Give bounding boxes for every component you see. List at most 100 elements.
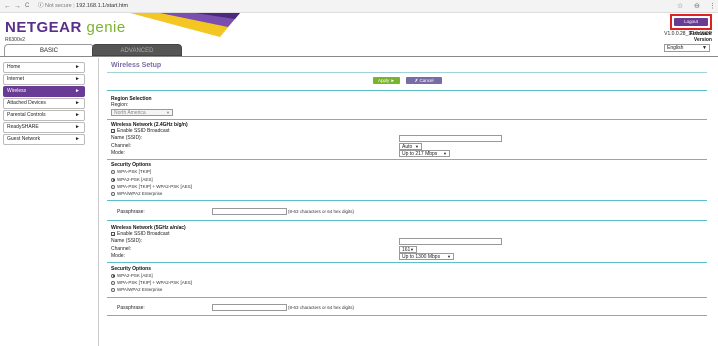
- sidebar-item-wireless[interactable]: Wireless ►: [3, 86, 85, 97]
- back-icon[interactable]: ←: [4, 2, 11, 11]
- radio-label: WPA2-PSK [AES]: [117, 273, 153, 278]
- passphrase-24-label: Passphrase:: [117, 209, 145, 215]
- reload-icon[interactable]: C: [25, 2, 29, 11]
- sidebar-item-guest-network[interactable]: Guest Network ►: [3, 134, 85, 145]
- firmware-label: Firmware Version: [689, 31, 712, 43]
- ssid-broadcast-5-checkbox[interactable]: ✓ Enable SSID Broadcast: [111, 231, 170, 237]
- chevron-right-icon: ►: [75, 124, 80, 130]
- radio-label: WPA/WPA2 Enterprise: [117, 191, 163, 196]
- passphrase-24-input[interactable]: [212, 208, 287, 215]
- ssid-24-input[interactable]: [399, 135, 502, 142]
- sidebar: Home ► Internet ► Wireless ► Attached Devic…: [3, 62, 85, 146]
- chevron-right-icon: ►: [75, 64, 80, 70]
- ssid-broadcast-5-label: Enable SSID Broadcast: [117, 231, 170, 237]
- radio-icon: [111, 169, 115, 174]
- apply-button[interactable]: Apply ►: [373, 77, 400, 84]
- sidebar-item-internet[interactable]: Internet ►: [3, 74, 85, 85]
- wireless-setup-panel: Wireless Setup Apply ► ✗ Cancel Region S…: [98, 58, 714, 346]
- sidebar-item-home[interactable]: Home ►: [3, 62, 85, 73]
- section-divider: [107, 297, 707, 298]
- chevron-down-icon: ▼: [166, 110, 170, 115]
- star-icon[interactable]: ☆: [677, 2, 683, 11]
- passphrase-5-hint: (8-63 characters or 64 hex digits): [288, 305, 355, 310]
- language-select[interactable]: English ▼: [664, 44, 710, 52]
- mode-5-select[interactable]: Up to 1300 Mbps ▼: [399, 253, 454, 260]
- ssid-24-label: Name (SSID):: [111, 135, 143, 141]
- genie-name: genie: [86, 19, 126, 36]
- radio-5-wpa-mixed[interactable]: WPA-PSK [TKIP] + WPA2-PSK [AES]: [111, 280, 192, 285]
- header-divider: [0, 56, 718, 57]
- radio-icon: [111, 273, 115, 278]
- logout-highlight: Logout: [670, 14, 712, 30]
- logout-button[interactable]: Logout: [674, 18, 708, 26]
- region-select[interactable]: North America ▼: [111, 109, 173, 116]
- radio-5-wpa-enterprise[interactable]: WPA/WPA2 Enterprise: [111, 287, 162, 292]
- security-options-5-heading: Security Options: [111, 266, 152, 272]
- channel-5-select[interactable]: 161 ▼: [399, 246, 417, 253]
- model-number: R6300v2: [5, 37, 26, 43]
- section-divider: [107, 119, 707, 120]
- radio-wpa-enterprise[interactable]: WPA/WPA2 Enterprise: [111, 191, 162, 196]
- menu-icon[interactable]: ⋮: [709, 2, 716, 11]
- channel-5-label: Channel:: [111, 246, 132, 252]
- sidebar-item-readyshare[interactable]: ReadySHARE ►: [3, 122, 85, 133]
- mode-24-label: Mode:: [111, 150, 125, 156]
- radio-icon: [111, 184, 115, 189]
- chevron-down-icon: ▼: [447, 254, 451, 259]
- radio-label: WPA/WPA2 Enterprise: [117, 287, 163, 292]
- account-icon[interactable]: ⊖: [694, 2, 700, 11]
- passphrase-5-input[interactable]: [212, 304, 287, 311]
- radio-wpa-tkip[interactable]: WPA-PSK [TKIP]: [111, 169, 151, 174]
- section-divider: [107, 315, 707, 316]
- chevron-right-icon: ►: [75, 76, 80, 82]
- ssid-broadcast-24-checkbox[interactable]: ✓ Enable SSID Broadcast: [111, 128, 170, 134]
- section-divider: [107, 90, 707, 91]
- sidebar-item-parental-controls[interactable]: Parental Controls ►: [3, 110, 85, 121]
- radio-wpa2-aes[interactable]: WPA2-PSK [AES]: [111, 177, 153, 182]
- sidebar-item-attached-devices[interactable]: Attached Devices ►: [3, 98, 85, 109]
- radio-label: WPA-PSK [TKIP] + WPA2-PSK [AES]: [117, 280, 192, 285]
- mode-24-select[interactable]: Up to 217 Mbps ▼: [399, 150, 450, 157]
- url-text: 192.168.1.1/start.htm: [76, 3, 129, 9]
- language-value: English: [667, 45, 684, 51]
- chevron-down-icon: ▼: [443, 151, 447, 156]
- channel-24-label: Channel:: [111, 143, 132, 149]
- sidebar-item-label: Attached Devices: [7, 100, 46, 106]
- chevron-right-icon: ►: [75, 136, 80, 142]
- radio-icon: [111, 287, 115, 292]
- mode-24-value: Up to 217 Mbps: [402, 151, 438, 157]
- cancel-button[interactable]: ✗ Cancel: [406, 77, 442, 84]
- info-icon[interactable]: ⓘ: [38, 3, 44, 9]
- sidebar-item-label: ReadySHARE: [7, 124, 39, 130]
- radio-label: WPA-PSK [TKIP]: [117, 169, 152, 174]
- firmware-info: Firmware Version V1.0.0.28_10.0.15CP: [664, 31, 712, 43]
- radio-icon: [111, 191, 115, 196]
- mode-5-label: Mode:: [111, 253, 125, 259]
- checkbox-icon: ✓: [111, 231, 116, 237]
- section-divider: [107, 159, 707, 160]
- not-secure-label: Not secure: [45, 3, 72, 9]
- radio-wpa-mixed[interactable]: WPA-PSK [TKIP] + WPA2-PSK [AES]: [111, 184, 192, 189]
- channel-24-select[interactable]: Auto ▼: [399, 143, 422, 150]
- sidebar-item-label: Home: [7, 64, 21, 70]
- radio-5-wpa2-aes[interactable]: WPA2-PSK [AES]: [111, 273, 153, 278]
- radio-icon: [111, 280, 115, 285]
- radio-icon: [111, 177, 115, 182]
- forward-icon[interactable]: →: [14, 2, 21, 11]
- section-divider: [107, 200, 707, 201]
- tab-basic[interactable]: BASIC: [4, 44, 94, 56]
- checkbox-icon: ✓: [111, 128, 116, 134]
- ssid-broadcast-24-label: Enable SSID Broadcast: [117, 128, 170, 134]
- region-label: Region:: [111, 102, 129, 108]
- address-bar[interactable]: ⓘ Not secure | 192.168.1.1/start.htm: [38, 2, 128, 11]
- ssid-5-input[interactable]: [399, 238, 502, 245]
- chevron-right-icon: ►: [75, 88, 80, 94]
- chevron-right-icon: ►: [75, 100, 80, 106]
- sidebar-item-label: Internet: [7, 76, 24, 82]
- sidebar-item-label: Guest Network: [7, 136, 41, 142]
- section-divider: [107, 262, 707, 263]
- sidebar-item-label: Wireless: [7, 88, 27, 94]
- passphrase-24-hint: (8-63 characters or 64 hex digits): [288, 209, 355, 214]
- tab-advanced[interactable]: ADVANCED: [92, 44, 182, 56]
- radio-label: WPA-PSK [TKIP] + WPA2-PSK [AES]: [117, 184, 192, 189]
